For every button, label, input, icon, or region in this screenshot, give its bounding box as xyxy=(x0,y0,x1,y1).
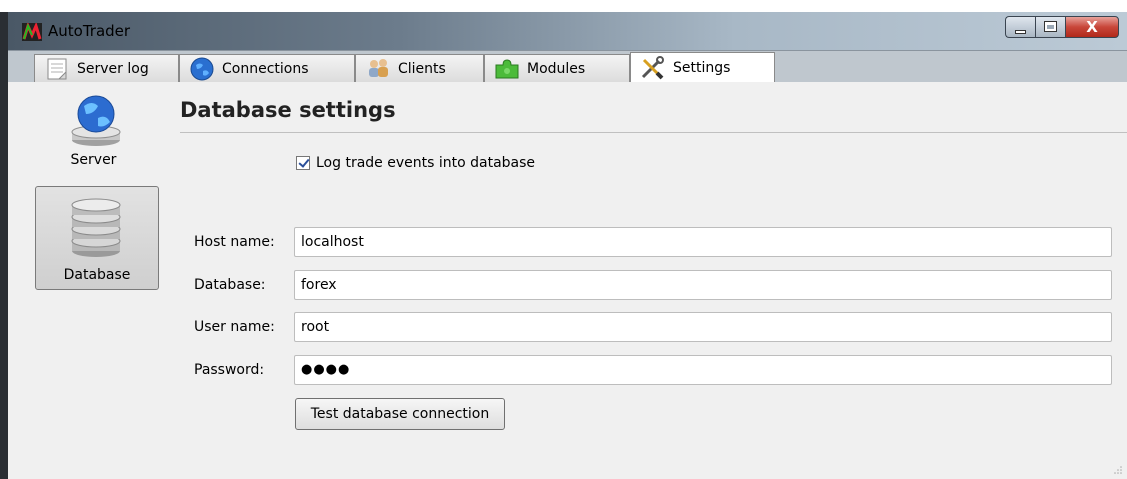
resize-grip-icon[interactable] xyxy=(1113,465,1123,475)
database-icon xyxy=(71,198,121,257)
tab-label: Settings xyxy=(673,60,731,76)
tab-label: Clients xyxy=(398,60,446,77)
password-field[interactable]: ●●●● xyxy=(294,355,1112,385)
database-label: Database: xyxy=(194,277,266,293)
host-name-field[interactable]: localhost xyxy=(294,227,1112,257)
tab-modules[interactable]: Modules xyxy=(484,54,630,82)
password-label: Password: xyxy=(194,362,265,378)
tab-label: Modules xyxy=(527,60,586,77)
globe-icon xyxy=(190,57,214,80)
sidebar-item-database[interactable]: Database xyxy=(35,186,159,290)
sidebar-item-label: Database xyxy=(63,267,131,283)
tab-label: Server log xyxy=(77,60,149,77)
user-name-label: User name: xyxy=(194,319,275,335)
divider xyxy=(180,132,1127,133)
test-database-connection-button[interactable]: Test database connection xyxy=(295,398,505,430)
globe-server-icon xyxy=(71,95,121,146)
user-name-field[interactable]: root xyxy=(294,312,1112,342)
maximize-button[interactable] xyxy=(1035,16,1065,38)
caption-buttons: X xyxy=(1005,16,1119,40)
settings-panel: Server Database Database settings Log tr… xyxy=(8,82,1127,479)
tab-settings[interactable]: Settings xyxy=(630,52,775,83)
close-button[interactable]: X xyxy=(1065,16,1119,38)
tab-bar: Server log Connections Clients Modules S… xyxy=(8,50,1127,83)
app-logo-icon xyxy=(22,23,42,41)
close-icon: X xyxy=(1086,18,1098,36)
sidebar-item-label: Server xyxy=(70,152,117,168)
host-name-label: Host name: xyxy=(194,234,275,250)
log-trade-events-checkbox[interactable] xyxy=(296,156,310,170)
window-title: AutoTrader xyxy=(48,22,131,40)
document-icon xyxy=(47,58,67,79)
sidebar-item-server[interactable]: Server xyxy=(28,90,159,170)
log-trade-events-option[interactable]: Log trade events into database xyxy=(296,155,535,171)
tools-icon xyxy=(641,56,664,80)
users-icon xyxy=(369,58,388,77)
checkbox-label: Log trade events into database xyxy=(316,155,536,171)
puzzle-icon xyxy=(495,58,519,78)
minimize-button[interactable] xyxy=(1005,16,1035,38)
title-bar[interactable]: AutoTrader X xyxy=(8,12,1127,50)
tab-connections[interactable]: Connections xyxy=(179,54,355,82)
tab-label: Connections xyxy=(222,60,309,77)
tab-server-log[interactable]: Server log xyxy=(34,54,179,82)
database-field[interactable]: forex xyxy=(294,270,1112,300)
maximize-icon xyxy=(1044,21,1057,32)
tab-clients[interactable]: Clients xyxy=(355,54,484,82)
page-title: Database settings xyxy=(180,98,396,122)
minimize-icon xyxy=(1015,30,1026,34)
app-window: AutoTrader X Server log Connections Clie… xyxy=(0,12,1127,479)
